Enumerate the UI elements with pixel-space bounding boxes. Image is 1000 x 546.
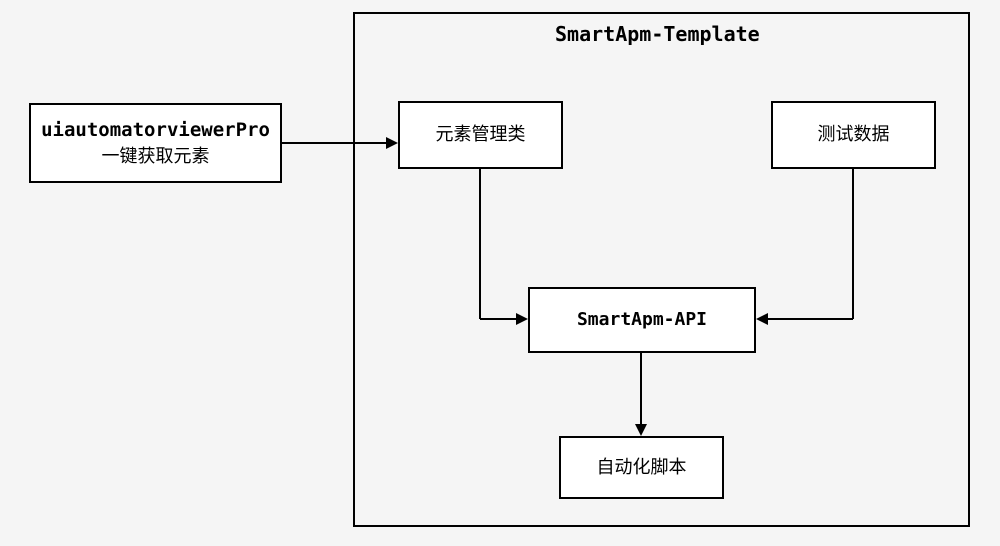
arrow-left-to-elementmgr [282,136,398,156]
uiautomator-subtitle: 一键获取元素 [102,144,210,169]
script-box: 自动化脚本 [559,436,724,499]
uiautomator-box: uiautomatorviewerPro 一键获取元素 [29,103,282,183]
uiautomator-title: uiautomatorviewerPro [41,117,270,144]
element-manager-box: 元素管理类 [398,101,563,169]
test-data-label: 测试数据 [818,122,890,147]
script-label: 自动化脚本 [597,455,687,480]
element-manager-label: 元素管理类 [436,122,526,147]
arrow-testdata-to-api [756,169,866,329]
container-title: SmartApm-Template [555,22,760,46]
api-box: SmartApm-API [528,287,756,353]
test-data-box: 测试数据 [771,101,936,169]
arrow-api-to-script [634,353,654,436]
api-label: SmartApm-API [577,307,707,332]
arrow-elementmgr-to-api [472,169,542,329]
